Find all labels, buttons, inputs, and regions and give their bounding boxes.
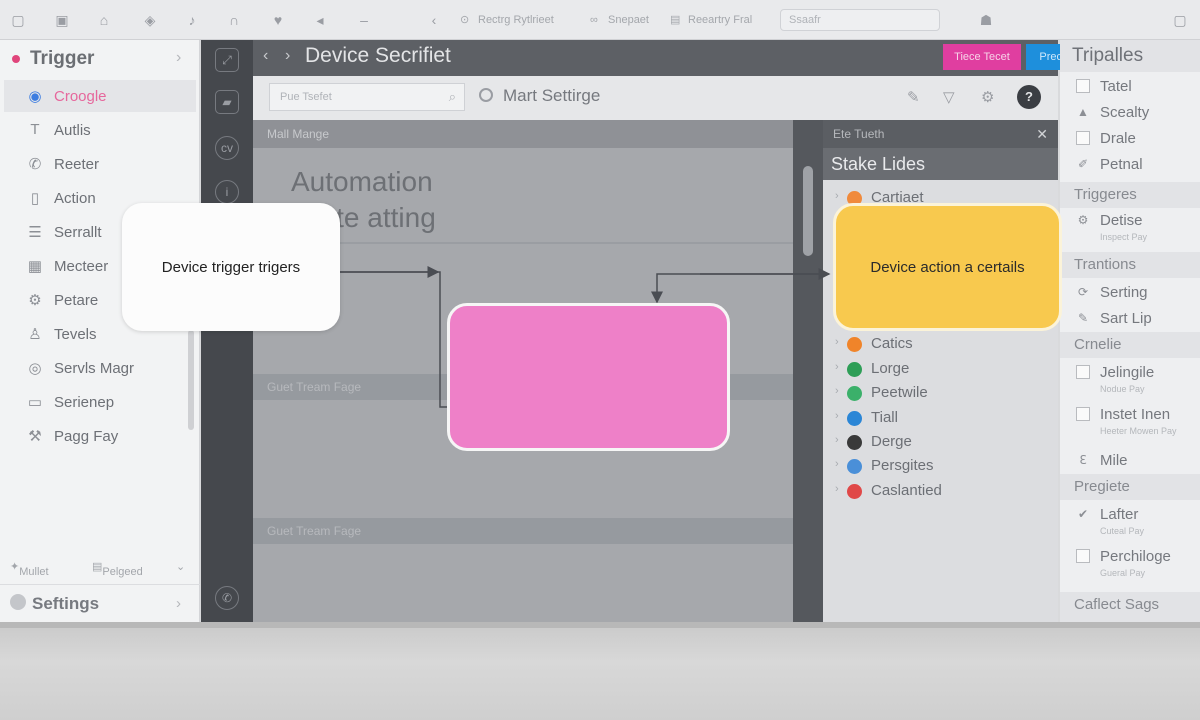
action-node[interactable]: Device action a certails [833, 203, 1062, 331]
connector-trigger-to-middle [340, 271, 447, 408]
trigger-node[interactable]: Device trigger trigers [122, 203, 340, 331]
middle-node[interactable] [447, 303, 730, 451]
connector-action-to-middle [651, 273, 828, 304]
